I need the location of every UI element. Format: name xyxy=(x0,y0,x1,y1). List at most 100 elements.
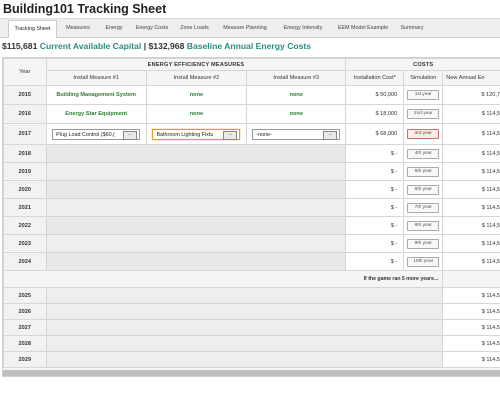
table-row: 2020 $ - 6th year $ 114,5 xyxy=(3,180,500,199)
year-cell: 2019 xyxy=(3,162,47,181)
table-row: 2024 $ - 10th year $ 114,5 xyxy=(3,252,500,271)
measure-1-cell: Plug Load Control ($60,( ... xyxy=(45,123,147,145)
tab-tracking-sheet[interactable]: Tracking Sheet xyxy=(8,20,57,38)
annual-energy-cell: $ 114,5 xyxy=(442,252,500,271)
measure-3-header: Install Measure #3 xyxy=(246,70,347,86)
measure-2-dropdown[interactable]: Bathroom Lighting Fixtu ... xyxy=(152,128,241,140)
page-title: Building101 Tracking Sheet xyxy=(3,2,167,16)
measure-1-dropdown[interactable]: Plug Load Control ($60,( ... xyxy=(52,128,141,140)
simulation-year-button[interactable]: 8th year xyxy=(407,220,440,231)
measure-1-dropdown-value: Plug Load Control ($60,( xyxy=(56,131,115,138)
annual-energy-cell: $ 114,5 xyxy=(442,351,500,368)
simulation-cell: 10th year xyxy=(403,252,444,271)
empty-future-cell xyxy=(45,351,444,368)
installation-cost-cell: $ 50,000 xyxy=(345,85,405,105)
year-cell: 2027 xyxy=(3,319,47,336)
simulation-year-button[interactable]: 6th year xyxy=(407,184,440,195)
year-cell: 2021 xyxy=(3,198,47,217)
measure-1-header: Install Measure #1 xyxy=(45,70,147,86)
tracking-table: Year ENERGY EFFICIENCY MEASURES COSTS In… xyxy=(3,58,500,368)
table-row: 2019 $ - 5th year $ 114,5 xyxy=(3,162,500,181)
year-cell: 2020 xyxy=(3,180,47,199)
installation-cost-cell: $ - xyxy=(345,162,405,181)
empty-measures-cell xyxy=(45,198,347,217)
table-row: 2016 Energy Star Equipment none none $ 1… xyxy=(3,104,500,124)
simulation-year-button[interactable]: 4th year xyxy=(407,148,440,159)
baseline-cost-value: $132,968 xyxy=(148,41,185,51)
installation-cost-header: Installation Cost* xyxy=(345,70,405,86)
annual-energy-cell: $ 114,5 xyxy=(442,335,500,352)
year-cell: 2029 xyxy=(3,351,47,368)
annual-energy-cell: $ 114,5 xyxy=(442,104,500,124)
simulation-year-button[interactable]: 9th year xyxy=(407,238,440,249)
summary-separator: | xyxy=(141,41,149,51)
measure-2-cell: Bathroom Lighting Fixtu ... xyxy=(145,123,248,145)
dropdown-button[interactable]: ... xyxy=(123,130,138,140)
costs-group-header: COSTS xyxy=(345,58,500,71)
tab-energy[interactable]: Energy xyxy=(100,21,128,35)
installation-cost-cell: $ 18,000 xyxy=(345,104,405,124)
tab-measures[interactable]: Measures xyxy=(62,21,94,35)
simulation-year-button[interactable]: 3rd year xyxy=(407,129,440,139)
annual-energy-cell: $ 114,5 xyxy=(442,198,500,217)
measure-1-cell: Building Management System xyxy=(45,85,147,105)
table-row: 2021 $ - 7th year $ 114,5 xyxy=(3,198,500,217)
simulation-year-button[interactable]: 2nd year xyxy=(407,109,440,119)
table-row: 2018 $ - 4th year $ 114,5 xyxy=(3,144,500,163)
measure-2-cell: none xyxy=(145,85,248,105)
empty-future-cell xyxy=(45,319,444,336)
year-cell: 2022 xyxy=(3,216,47,235)
simulation-cell: 9th year xyxy=(403,234,444,253)
dropdown-button[interactable]: ... xyxy=(323,130,338,140)
measure-1-cell: Energy Star Equipment xyxy=(45,104,147,124)
empty-measures-cell xyxy=(45,144,347,163)
year-header: Year xyxy=(3,58,47,86)
year-cell: 2018 xyxy=(3,144,47,163)
simulation-cell: 2nd year xyxy=(403,104,444,124)
measure-2-header: Install Measure #2 xyxy=(145,70,248,86)
simulation-year-button[interactable]: 10th year xyxy=(407,256,440,267)
measure-3-cell: none xyxy=(246,104,347,124)
available-capital-label: Current Available Capital xyxy=(39,41,142,51)
simulation-header: Simulation xyxy=(403,70,444,86)
measure-3-cell: -none- ... xyxy=(246,123,347,145)
baseline-cost-label: Baseline Annual Energy Costs xyxy=(186,41,312,51)
year-cell: 2023 xyxy=(3,234,47,253)
measure-3-dropdown[interactable]: -none- ... xyxy=(252,128,341,140)
dropdown-button[interactable]: ... xyxy=(223,130,238,140)
installation-cost-cell: $ - xyxy=(345,180,405,199)
annual-energy-cell: $ 114,5 xyxy=(442,287,500,304)
future-table-row: 2027 $ 114,5 xyxy=(3,319,500,336)
future-note-row: If the game ran 5 more years... xyxy=(3,270,500,288)
simulation-year-button[interactable]: 1st year xyxy=(407,90,440,100)
empty-future-cell xyxy=(45,287,444,304)
empty-measures-cell xyxy=(45,162,347,181)
measure-3-dropdown-value: -none- xyxy=(256,131,272,138)
empty-measures-cell xyxy=(45,180,347,199)
capital-summary: $115,681 Current Available Capital | $13… xyxy=(2,41,311,51)
installation-cost-cell: $ 68,000 xyxy=(345,123,405,145)
installation-cost-cell: $ - xyxy=(345,198,405,217)
tab-measure-planning[interactable]: Measure Planning xyxy=(217,21,273,35)
annual-energy-cell: $ 114,5 xyxy=(442,303,500,320)
simulation-cell: 3rd year xyxy=(403,123,444,145)
simulation-year-button[interactable]: 5th year xyxy=(407,166,440,177)
future-years-note: If the game ran 5 more years... xyxy=(3,270,444,288)
future-note-blank xyxy=(442,270,500,288)
annual-energy-cell: $ 114,5 xyxy=(442,144,500,163)
tab-energy-intensity[interactable]: Energy Intensity xyxy=(278,21,328,35)
future-table-row: 2029 $ 114,5 xyxy=(3,351,500,368)
simulation-year-button[interactable]: 7th year xyxy=(407,202,440,213)
new-annual-energy-header: New Annual En xyxy=(442,70,500,86)
annual-energy-cell: $ 114,5 xyxy=(442,180,500,199)
simulation-cell: 5th year xyxy=(403,162,444,181)
tab-zone-loads[interactable]: Zone Loads xyxy=(177,21,212,35)
tab-eem-model-example[interactable]: EEM Model Example xyxy=(333,21,393,35)
table-row: 2022 $ - 8th year $ 114,5 xyxy=(3,216,500,235)
tab-summary[interactable]: Summary xyxy=(396,21,428,35)
year-cell: 2016 xyxy=(3,104,47,124)
simulation-cell: 1st year xyxy=(403,85,444,105)
simulation-cell: 4th year xyxy=(403,144,444,163)
tab-energy-costs[interactable]: Energy Costs xyxy=(132,21,172,35)
future-table-row: 2026 $ 114,5 xyxy=(3,303,500,320)
